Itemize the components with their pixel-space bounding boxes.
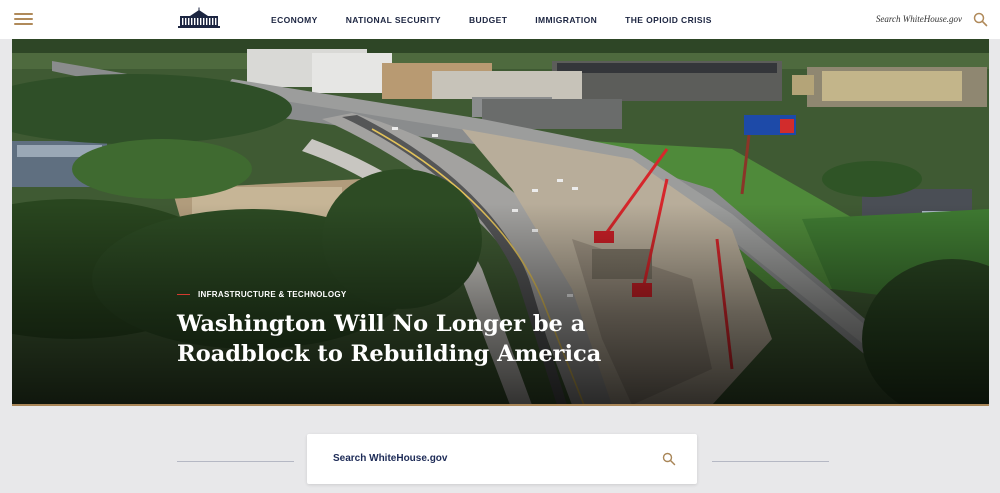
- decorative-rule-left: [177, 461, 294, 462]
- menu-icon[interactable]: [14, 13, 33, 27]
- site-header: ECONOMY NATIONAL SECURITY BUDGET IMMIGRA…: [0, 0, 1000, 39]
- search-icon[interactable]: [973, 12, 988, 27]
- nav-economy[interactable]: ECONOMY: [271, 15, 318, 25]
- search-submit-icon[interactable]: [662, 452, 676, 466]
- hero-accent-border: [12, 404, 989, 406]
- category-accent-line: [177, 293, 190, 296]
- header-search-label[interactable]: Search WhiteHouse.gov: [876, 14, 962, 24]
- hero-category[interactable]: INFRASTRUCTURE & TECHNOLOGY: [177, 290, 347, 299]
- search-placeholder: Search WhiteHouse.gov: [333, 453, 448, 464]
- category-label[interactable]: INFRASTRUCTURE & TECHNOLOGY: [198, 290, 347, 299]
- nav-immigration[interactable]: IMMIGRATION: [535, 15, 597, 25]
- white-house-logo[interactable]: [176, 7, 222, 29]
- search-input[interactable]: Search WhiteHouse.gov: [307, 434, 697, 484]
- headline-line-2[interactable]: Roadblock to Rebuilding America: [177, 341, 601, 367]
- nav-budget[interactable]: BUDGET: [469, 15, 507, 25]
- hero-headline[interactable]: Washington Will No Longer be a Roadblock…: [177, 309, 677, 369]
- headline-line-1[interactable]: Washington Will No Longer be a: [177, 311, 585, 337]
- decorative-rule-right: [712, 461, 829, 462]
- nav-national-security[interactable]: NATIONAL SECURITY: [346, 15, 441, 25]
- main-nav: ECONOMY NATIONAL SECURITY BUDGET IMMIGRA…: [257, 0, 726, 39]
- nav-opioid-crisis[interactable]: THE OPIOID CRISIS: [625, 15, 712, 25]
